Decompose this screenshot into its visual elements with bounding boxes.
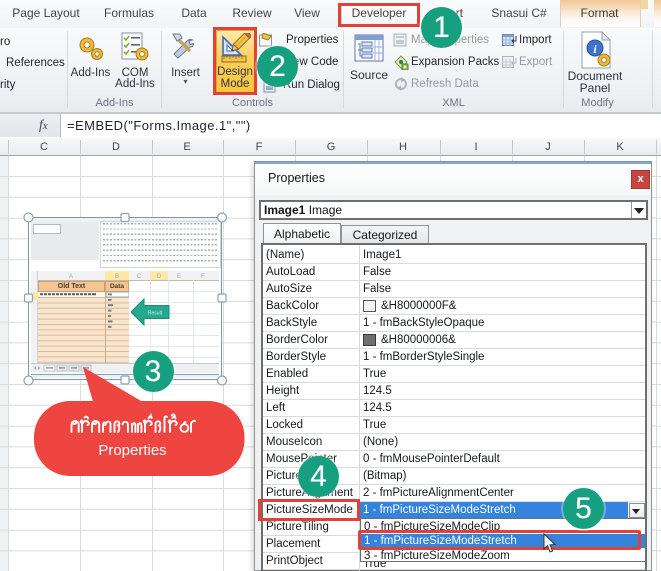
svg-text:E: E bbox=[183, 141, 190, 153]
svg-text:F: F bbox=[256, 141, 263, 153]
svg-text:I: I bbox=[474, 141, 477, 153]
svg-text:D: D bbox=[112, 141, 120, 153]
svg-text:C: C bbox=[40, 141, 48, 153]
svg-text:G: G bbox=[327, 141, 336, 153]
svg-text:H: H bbox=[399, 141, 407, 153]
svg-text:K: K bbox=[616, 141, 624, 153]
svg-text:J: J bbox=[545, 141, 551, 153]
